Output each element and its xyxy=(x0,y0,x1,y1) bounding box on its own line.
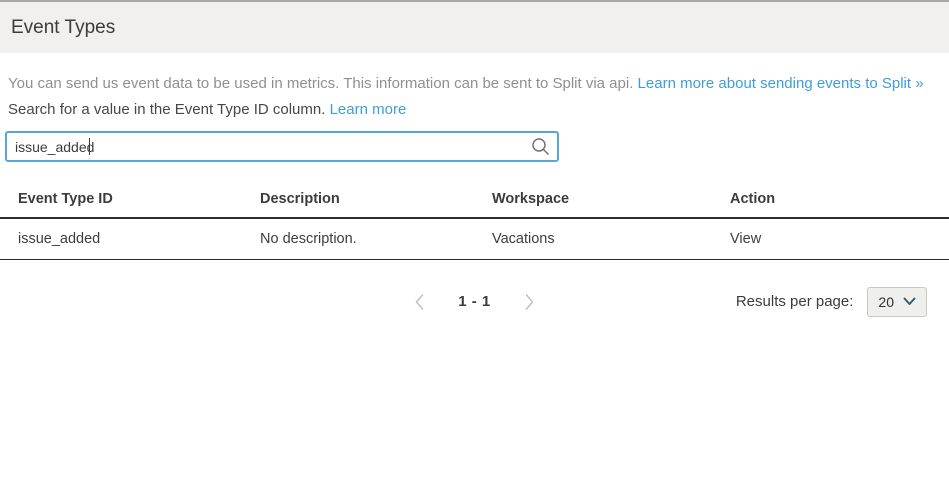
results-per-page-label: Results per page: xyxy=(736,293,854,310)
page-header: Event Types xyxy=(0,0,949,53)
column-header-description: Description xyxy=(260,191,492,207)
chevron-down-icon xyxy=(903,297,916,306)
pagination-range: 1 - 1 xyxy=(458,293,491,310)
column-header-event-type-id: Event Type ID xyxy=(0,191,260,207)
learn-more-link[interactable]: Learn more xyxy=(330,101,407,118)
column-header-workspace: Workspace xyxy=(492,191,730,207)
table-header-row: Event Type ID Description Workspace Acti… xyxy=(0,181,949,219)
results-per-page: Results per page: 20 xyxy=(736,286,927,317)
search-icon[interactable] xyxy=(531,137,550,156)
chevron-left-icon xyxy=(414,293,425,311)
column-header-action: Action xyxy=(730,191,949,207)
results-per-page-value: 20 xyxy=(878,294,894,310)
description-cell: No description. xyxy=(260,231,492,247)
action-cell: View xyxy=(730,231,949,247)
pagination-prev-button[interactable] xyxy=(414,293,425,311)
intro-text-body: You can send us event data to be used in… xyxy=(8,75,633,92)
search-hint-body: Search for a value in the Event Type ID … xyxy=(8,101,325,118)
intro-text: You can send us event data to be used in… xyxy=(8,75,941,92)
chevron-right-icon xyxy=(524,293,535,311)
search-hint: Search for a value in the Event Type ID … xyxy=(8,101,941,118)
learn-more-sending-events-link[interactable]: Learn more about sending events to Split… xyxy=(638,75,924,92)
results-per-page-select[interactable]: 20 xyxy=(867,287,927,317)
pagination-bar: 1 - 1 Results per page: 20 xyxy=(0,286,949,317)
page-title: Event Types xyxy=(11,17,115,39)
search-field xyxy=(5,131,559,162)
view-link[interactable]: View xyxy=(730,231,761,247)
pagination-next-button[interactable] xyxy=(524,293,535,311)
workspace-cell: Vacations xyxy=(492,231,730,247)
event-type-id-cell: issue_added xyxy=(0,231,260,247)
text-cursor xyxy=(89,138,90,155)
event-types-table: Event Type ID Description Workspace Acti… xyxy=(0,181,949,260)
table-row: issue_added No description. Vacations Vi… xyxy=(0,219,949,260)
